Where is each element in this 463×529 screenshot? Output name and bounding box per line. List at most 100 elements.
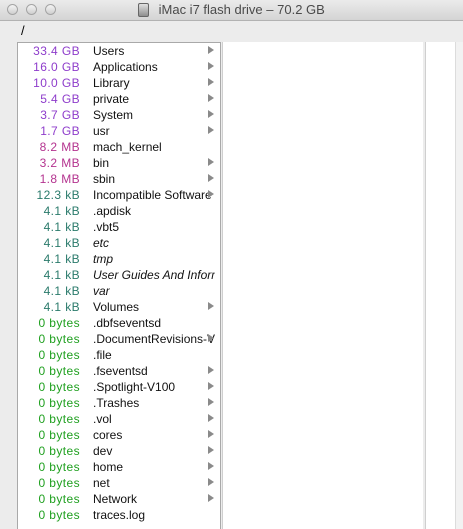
item-size: 3.7 GB <box>40 108 80 122</box>
item-name: Library <box>93 76 130 90</box>
disclosure-arrow-icon[interactable] <box>208 446 214 454</box>
disclosure-arrow-icon[interactable] <box>208 62 214 70</box>
item-name: Incompatible Software <box>93 188 212 202</box>
list-item[interactable]: 0 bytes .file <box>18 347 220 363</box>
item-size: 0 bytes <box>38 444 80 458</box>
disclosure-arrow-icon[interactable] <box>208 430 214 438</box>
scrollbar-track[interactable] <box>455 42 463 529</box>
list-item[interactable]: 5.4 GB private <box>18 91 220 107</box>
list-item[interactable]: 0 bytes .vol <box>18 411 220 427</box>
item-name: .Spotlight-V100 <box>93 380 176 394</box>
list-item[interactable]: 0 bytes .dbfseventsd <box>18 315 220 331</box>
disclosure-arrow-icon[interactable] <box>208 126 214 134</box>
disclosure-arrow-icon[interactable] <box>208 78 214 86</box>
column-root[interactable]: 33.4 GB Users 16.0 GB Applications 10.0 GB Li… <box>17 42 221 529</box>
item-name: usr <box>93 124 110 138</box>
item-size: 0 bytes <box>38 348 80 362</box>
item-size: 4.1 kB <box>43 300 80 314</box>
disclosure-arrow-icon[interactable] <box>208 382 214 390</box>
item-name: Applications <box>93 60 158 74</box>
item-size: 0 bytes <box>38 316 80 330</box>
item-name: bin <box>93 156 110 170</box>
disclosure-arrow-icon[interactable] <box>208 366 214 374</box>
item-name: var <box>93 284 110 298</box>
item-name: .fseventsd <box>93 364 148 378</box>
list-item[interactable]: 0 bytes .fseventsd <box>18 363 220 379</box>
item-size: 4.1 kB <box>43 284 80 298</box>
disclosure-arrow-icon[interactable] <box>208 190 214 198</box>
list-item[interactable]: 0 bytes home <box>18 459 220 475</box>
list-item[interactable]: 4.1 kB tmp <box>18 251 220 267</box>
item-size: 0 bytes <box>38 428 80 442</box>
item-name: User Guides And Information <box>93 268 215 282</box>
disclosure-arrow-icon[interactable] <box>208 174 214 182</box>
list-item[interactable]: 1.7 GB usr <box>18 123 220 139</box>
item-size: 4.1 kB <box>43 236 80 250</box>
item-name: private <box>93 92 130 106</box>
list-item[interactable]: 4.1 kB etc <box>18 235 220 251</box>
item-name: sbin <box>93 172 116 186</box>
list-item[interactable]: 4.1 kB var <box>18 283 220 299</box>
list-item[interactable]: 0 bytes dev <box>18 443 220 459</box>
item-size: 0 bytes <box>38 396 80 410</box>
window-title-group: iMac i7 flash drive – 70.2 GB <box>0 0 463 20</box>
disclosure-arrow-icon[interactable] <box>208 158 214 166</box>
list-item[interactable]: 4.1 kB Volumes <box>18 299 220 315</box>
list-item[interactable]: 0 bytes cores <box>18 427 220 443</box>
list-item[interactable]: 0 bytes net <box>18 475 220 491</box>
item-size: 33.4 GB <box>33 44 80 58</box>
item-size: 10.0 GB <box>33 76 80 90</box>
list-item[interactable]: 10.0 GB Library <box>18 75 220 91</box>
list-item[interactable]: 16.0 GB Applications <box>18 59 220 75</box>
disclosure-arrow-icon[interactable] <box>208 302 214 310</box>
item-name: .vol <box>93 412 112 426</box>
item-size: 8.2 MB <box>39 140 80 154</box>
item-name: dev <box>93 444 113 458</box>
list-item[interactable]: 4.1 kB .vbt5 <box>18 219 220 235</box>
current-path[interactable]: / <box>21 23 25 38</box>
column-empty-1 <box>222 42 423 529</box>
list-item[interactable]: 4.1 kB User Guides And Information <box>18 267 220 283</box>
disclosure-arrow-icon[interactable] <box>208 334 214 342</box>
item-size: 0 bytes <box>38 380 80 394</box>
disclosure-arrow-icon[interactable] <box>208 398 214 406</box>
list-item[interactable]: 0 bytes .Spotlight-V100 <box>18 379 220 395</box>
list-item[interactable]: 0 bytes traces.log <box>18 507 220 523</box>
item-name: cores <box>93 428 123 442</box>
item-size: 0 bytes <box>38 364 80 378</box>
disclosure-arrow-icon[interactable] <box>208 46 214 54</box>
list-item[interactable]: 0 bytes .Trashes <box>18 395 220 411</box>
list-item[interactable]: 3.2 MB bin <box>18 155 220 171</box>
item-size: 4.1 kB <box>43 268 80 282</box>
list-item[interactable]: 1.8 MB sbin <box>18 171 220 187</box>
disclosure-arrow-icon[interactable] <box>208 414 214 422</box>
disclosure-arrow-icon[interactable] <box>208 110 214 118</box>
list-item[interactable]: 8.2 MB mach_kernel <box>18 139 220 155</box>
list-item[interactable]: 33.4 GB Users <box>18 43 220 59</box>
title-bar: iMac i7 flash drive – 70.2 GB <box>0 0 463 21</box>
item-size: 3.2 MB <box>39 156 80 170</box>
disclosure-arrow-icon[interactable] <box>208 478 214 486</box>
disclosure-arrow-icon[interactable] <box>208 494 214 502</box>
item-size: 0 bytes <box>38 508 80 522</box>
disclosure-arrow-icon[interactable] <box>208 462 214 470</box>
item-name: .file <box>93 348 112 362</box>
item-name: .vbt5 <box>93 220 120 234</box>
list-item[interactable]: 4.1 kB .apdisk <box>18 203 220 219</box>
item-name: .Trashes <box>93 396 140 410</box>
item-name: traces.log <box>93 508 146 522</box>
item-name: Network <box>93 492 138 506</box>
item-size: 0 bytes <box>38 476 80 490</box>
list-item[interactable]: 0 bytes Network <box>18 491 220 507</box>
item-size: 0 bytes <box>38 332 80 346</box>
item-name: home <box>93 460 124 474</box>
list-item[interactable]: 0 bytes .DocumentRevisions-V100 <box>18 331 220 347</box>
window-title: iMac i7 flash drive – 70.2 GB <box>158 2 325 17</box>
item-name: .DocumentRevisions-V100 <box>93 332 215 346</box>
item-size: 12.3 kB <box>36 188 80 202</box>
disclosure-arrow-icon[interactable] <box>208 94 214 102</box>
list-item[interactable]: 12.3 kB Incompatible Software <box>18 187 220 203</box>
list-item[interactable]: 3.7 GB System <box>18 107 220 123</box>
item-size: 0 bytes <box>38 412 80 426</box>
item-name: tmp <box>93 252 114 266</box>
